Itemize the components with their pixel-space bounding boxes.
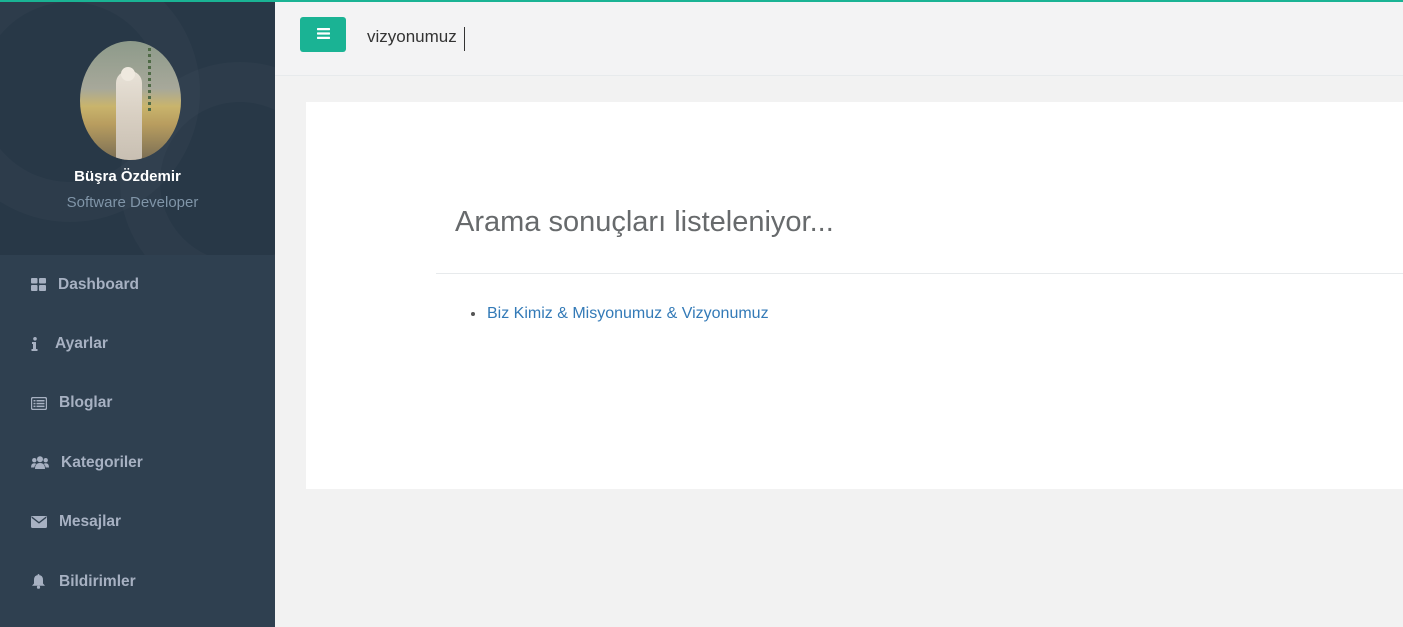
bell-icon	[31, 574, 52, 589]
search-results-panel: Arama sonuçları listeleniyor... Biz Kimi…	[306, 102, 1403, 489]
list-item: Biz Kimiz & Misyonumuz & Vizyonumuz	[486, 305, 769, 323]
divider	[436, 273, 1403, 274]
search-input[interactable]	[364, 22, 864, 52]
menu-toggle-button[interactable]	[300, 17, 346, 52]
sidebar-item-label: Kategoriler	[61, 453, 143, 471]
sidebar-item-kategoriler[interactable]: Kategoriler	[0, 433, 275, 492]
profile-header: Büşra Özdemir Software Developer	[0, 2, 275, 255]
avatar-figure	[116, 71, 142, 160]
list-alt-icon	[31, 396, 52, 410]
page-title: Arama sonuçları listeleniyor...	[455, 206, 834, 238]
bars-icon	[316, 27, 330, 42]
profile-name[interactable]: Büşra Özdemir	[0, 168, 255, 185]
profile-role: Software Developer	[66, 194, 199, 211]
sidebar-item-label: Bildirimler	[59, 572, 136, 590]
dashboard-icon	[31, 278, 51, 292]
sidebar-item-mesajlar[interactable]: Mesajlar	[0, 493, 275, 552]
top-navbar	[275, 2, 1403, 76]
top-accent-bar	[0, 0, 1403, 2]
sidebar-item-label: Ayarlar	[55, 335, 108, 353]
avatar-head	[121, 67, 135, 81]
sidebar-item-label: Dashboard	[58, 275, 139, 293]
sidebar-item-dashboard[interactable]: Dashboard	[0, 255, 275, 314]
sidebar-item-bildirimler[interactable]: Bildirimler	[0, 552, 275, 611]
users-icon	[31, 456, 54, 470]
info-icon	[31, 337, 48, 352]
sidebar-item-label: Bloglar	[59, 394, 113, 412]
sidebar: Büşra Özdemir Software Developer Dashboa…	[0, 0, 275, 627]
sidebar-item-label: Mesajlar	[59, 513, 122, 531]
avatar-vine	[148, 41, 162, 111]
avatar[interactable]	[80, 41, 181, 160]
sidebar-item-ayarlar[interactable]: Ayarlar	[0, 314, 275, 373]
search-result-link[interactable]: Biz Kimiz & Misyonumuz & Vizyonumuz	[487, 305, 769, 322]
search-results-list: Biz Kimiz & Misyonumuz & Vizyonumuz	[486, 305, 769, 323]
sidebar-nav: Dashboard Ayarlar Bloglar Kategoriler Me…	[0, 255, 275, 611]
sidebar-item-bloglar[interactable]: Bloglar	[0, 374, 275, 433]
text-caret	[464, 27, 465, 51]
envelope-icon	[31, 516, 52, 529]
